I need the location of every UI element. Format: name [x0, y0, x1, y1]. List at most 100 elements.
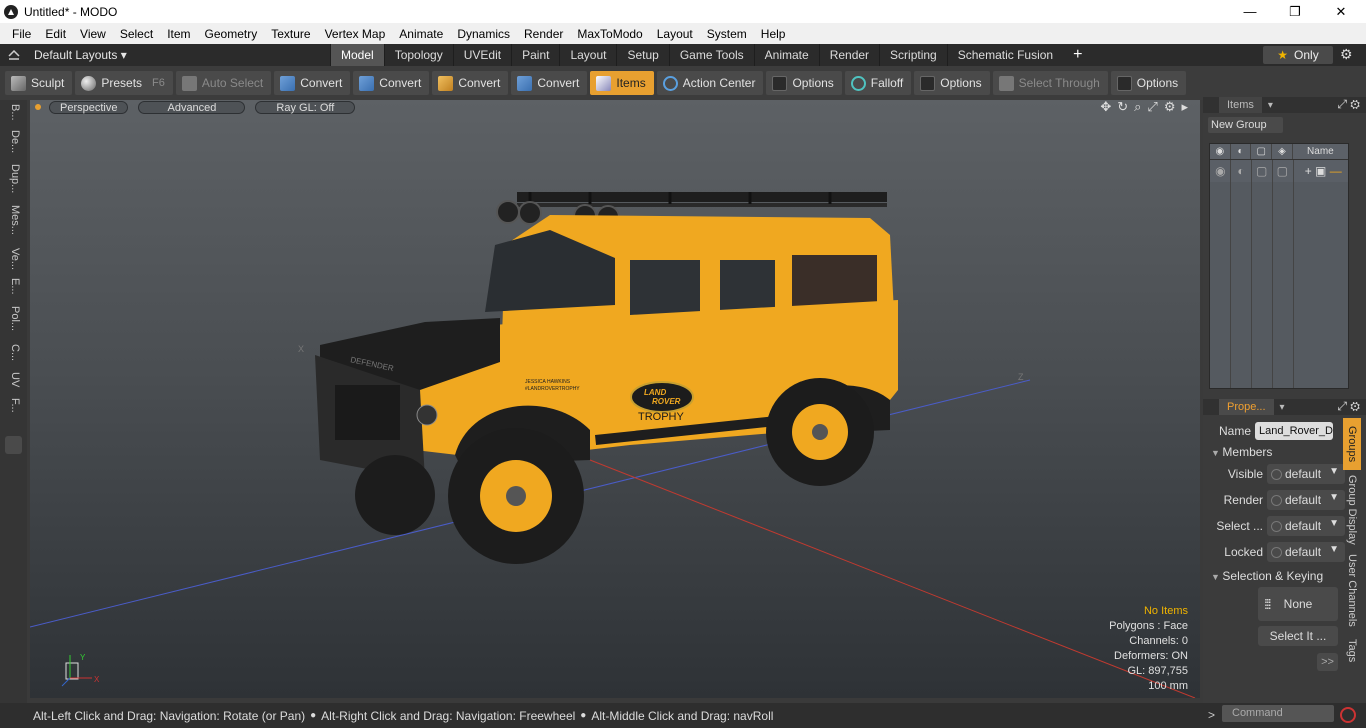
presets-button[interactable]: Presets F6	[75, 71, 173, 95]
tab-tags[interactable]: Tags	[1343, 634, 1361, 668]
properties-tab[interactable]: Prope...	[1219, 399, 1274, 415]
tab-scripting[interactable]: Scripting	[879, 44, 947, 66]
select-options-button[interactable]: Options	[1110, 71, 1187, 95]
falloff-options-button[interactable]: Options	[914, 71, 990, 95]
left-tab-duplicate[interactable]: Dup...	[5, 164, 21, 193]
command-input[interactable]: Command	[1222, 705, 1334, 722]
expand-icon[interactable]: ⤢	[1337, 97, 1347, 111]
sculpt-button[interactable]: Sculpt	[5, 71, 73, 95]
properties-gear-icon[interactable]: ⚙	[1350, 399, 1360, 413]
left-tab-fusion[interactable]: F...	[5, 398, 21, 413]
menu-animate[interactable]: Animate	[392, 27, 450, 41]
layout-dropdown[interactable]: Default Layouts ▾	[34, 48, 127, 62]
select-it-button[interactable]: Select It ...	[1258, 626, 1338, 646]
eye-icon[interactable]: ◉	[1210, 164, 1231, 178]
items-list[interactable]: ◉ ◐ ▢ ◈ Name ◉ ◐ ▢ ▢ + ▣ —	[1209, 143, 1349, 389]
left-tab-basic[interactable]: B...	[5, 104, 21, 121]
menu-help[interactable]: Help	[754, 27, 793, 41]
menu-layout[interactable]: Layout	[650, 27, 700, 41]
menu-render[interactable]: Render	[517, 27, 570, 41]
items-gear-icon[interactable]: ⚙	[1350, 97, 1360, 111]
menu-system[interactable]: System	[700, 27, 754, 41]
visible-dropdown[interactable]: default ▼	[1267, 464, 1345, 484]
action-center-options-button[interactable]: Options	[766, 71, 842, 95]
tab-render[interactable]: Render	[818, 44, 879, 66]
viewport-gear-icon[interactable]: ⚙	[1164, 100, 1176, 115]
render-icon[interactable]: ◐	[1231, 164, 1252, 178]
minimize-button[interactable]: —	[1227, 0, 1273, 23]
rotate-icon[interactable]: ↻	[1117, 100, 1128, 115]
tab-layout[interactable]: Layout	[559, 44, 616, 66]
select-icon[interactable]: ◈	[1272, 144, 1293, 159]
eye-icon[interactable]: ◉	[1210, 144, 1231, 159]
land-rover-model[interactable]: DEFENDER LAND ROVER TROPHY JESSICA HAWKI…	[315, 192, 898, 564]
selection-keying-section[interactable]: ▼ Selection & Keying	[1211, 569, 1323, 583]
only-button[interactable]: ★ Only	[1263, 46, 1333, 64]
convert-edges-button[interactable]: Convert	[353, 71, 430, 95]
select-through-button[interactable]: Select Through	[992, 71, 1108, 95]
zoom-icon[interactable]: ⌕	[1134, 100, 1141, 115]
items-mode-button[interactable]: Items	[590, 71, 654, 95]
tab-schematic-fusion[interactable]: Schematic Fusion	[946, 44, 1063, 66]
lock-icon[interactable]: ▢	[1251, 144, 1273, 159]
select-icon[interactable]: ▢	[1272, 164, 1293, 178]
lock-icon[interactable]: ▢	[1251, 164, 1272, 178]
properties-dropdown-arrow-icon[interactable]: ▾	[1280, 402, 1285, 413]
falloff-button[interactable]: Falloff	[844, 71, 912, 95]
action-center-button[interactable]: Action Center	[656, 71, 764, 95]
new-group-button[interactable]: New Group	[1208, 117, 1283, 133]
items-dropdown-arrow-icon[interactable]: ▾	[1268, 100, 1273, 111]
left-tab-uv[interactable]: UV	[5, 372, 21, 387]
tab-game-tools[interactable]: Game Tools	[668, 44, 754, 66]
raygl-button[interactable]: Ray GL: Off	[255, 100, 356, 114]
menu-item[interactable]: Item	[160, 27, 197, 41]
none-button[interactable]: ⁞⁞⁞ None	[1258, 587, 1338, 621]
add-tab-button[interactable]: +	[1073, 46, 1082, 64]
tab-user-channels[interactable]: User Channels	[1343, 552, 1361, 628]
tab-animate[interactable]: Animate	[753, 44, 819, 66]
tab-topology[interactable]: Topology	[383, 44, 453, 66]
gear-icon[interactable]: ⚙	[1340, 46, 1353, 63]
play-arrow-icon[interactable]: ▸	[1181, 100, 1188, 115]
menu-file[interactable]: File	[5, 27, 38, 41]
left-tab-mesh-edit[interactable]: Mes...	[5, 205, 21, 235]
menu-select[interactable]: Select	[113, 27, 160, 41]
record-icon[interactable]	[1340, 707, 1356, 723]
more-button[interactable]: >>	[1317, 653, 1338, 671]
maximize-button[interactable]: ❐	[1272, 0, 1318, 23]
auto-select-button[interactable]: Auto Select	[175, 71, 272, 95]
convert-materials-button[interactable]: Convert	[511, 71, 588, 95]
maximize-icon[interactable]: ⤢	[1147, 100, 1157, 115]
left-tab-deform[interactable]: De...	[5, 130, 21, 153]
perspective-button[interactable]: Perspective	[49, 100, 129, 114]
menu-view[interactable]: View	[73, 27, 113, 41]
tab-model[interactable]: Model	[330, 44, 384, 66]
left-tab-edge[interactable]: E...	[5, 278, 21, 295]
left-tab-polygon[interactable]: Pol...	[5, 306, 21, 331]
menu-edit[interactable]: Edit	[38, 27, 73, 41]
left-tab-vertex[interactable]: Ve...	[5, 248, 21, 270]
convert-vertices-button[interactable]: Convert	[274, 71, 351, 95]
menu-dynamics[interactable]: Dynamics	[450, 27, 517, 41]
move-icon[interactable]: ✥	[1100, 100, 1111, 115]
advanced-button[interactable]: Advanced	[138, 100, 246, 114]
items-tab[interactable]: Items	[1219, 97, 1262, 113]
close-button[interactable]: ✕	[1318, 0, 1364, 23]
group-item-icon[interactable]: + ▣ —	[1293, 164, 1348, 178]
tab-group-display[interactable]: Group Display	[1343, 474, 1361, 546]
left-tab-curve[interactable]: C...	[5, 344, 21, 361]
select-dropdown[interactable]: default ▼	[1267, 516, 1345, 536]
tab-paint[interactable]: Paint	[511, 44, 559, 66]
menu-vertex-map[interactable]: Vertex Map	[318, 27, 393, 41]
3d-viewport[interactable]: X Z DEFENDER LAND ROVER TROPHY JESSICA H…	[30, 100, 1200, 698]
menu-geometry[interactable]: Geometry	[198, 27, 265, 41]
left-strip-expand-button[interactable]	[5, 436, 22, 454]
expand-icon[interactable]: ⤢	[1337, 399, 1347, 413]
menu-maxtomodo[interactable]: MaxToModo	[570, 27, 649, 41]
render-icon[interactable]: ◐	[1231, 144, 1252, 159]
render-dropdown[interactable]: default ▼	[1267, 490, 1345, 510]
collapse-icon[interactable]	[8, 50, 20, 60]
tab-uvedit[interactable]: UVEdit	[452, 44, 511, 66]
tab-setup[interactable]: Setup	[616, 44, 668, 66]
name-field[interactable]: Land_Rover_D	[1255, 422, 1333, 440]
